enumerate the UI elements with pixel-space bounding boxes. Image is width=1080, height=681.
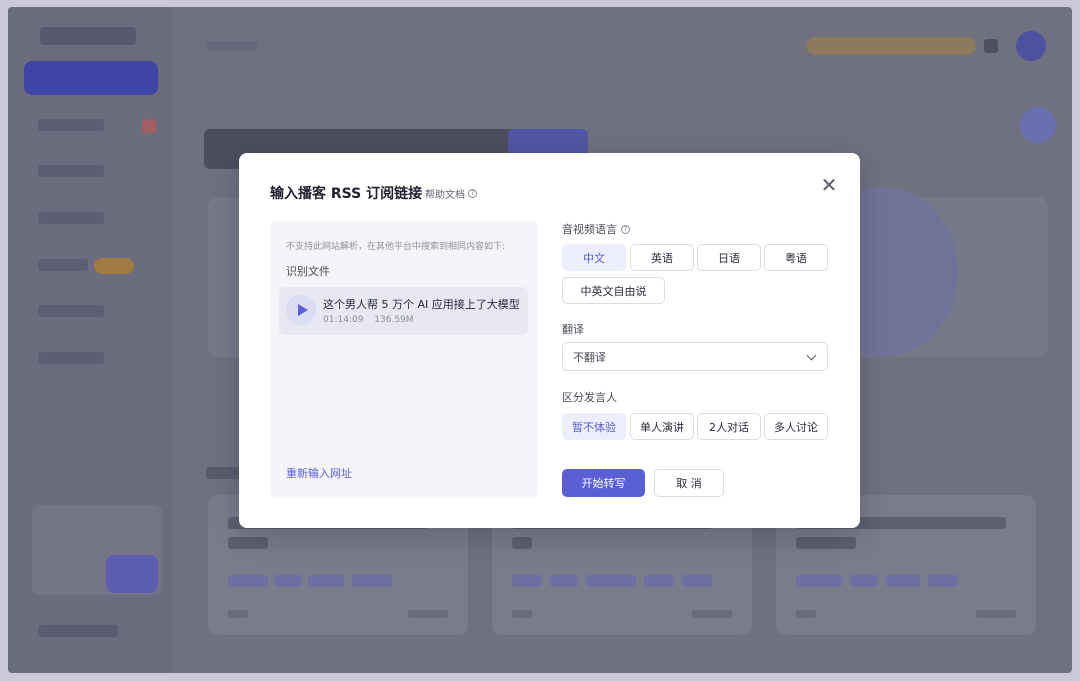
sidebar-badge — [142, 119, 156, 133]
topbar-text — [206, 41, 258, 51]
language-option-yue[interactable]: 粤语 — [764, 244, 828, 271]
language-label: 音视频语言 — [562, 223, 617, 236]
file-size: 136.59M — [374, 315, 414, 325]
sidebar-item — [38, 119, 104, 131]
sidebar-item — [38, 212, 104, 224]
sidebar-badge — [94, 258, 134, 274]
speaker-label: 区分发言人 — [562, 391, 617, 404]
avatar — [1016, 31, 1046, 61]
dialog-title: 输入播客 RSS 订阅链接 — [270, 186, 423, 202]
language-option-mixed[interactable]: 中英文自由说 — [562, 277, 665, 304]
language-option-en[interactable]: 英语 — [630, 244, 694, 271]
language-label-row: 音视频语言 ? — [562, 221, 630, 237]
start-transcribe-button[interactable]: 开始转写 — [562, 469, 645, 497]
translation-value: 不翻译 — [573, 350, 606, 364]
speaker-option-group[interactable]: 多人讨论 — [764, 413, 828, 440]
speaker-option-single[interactable]: 单人演讲 — [630, 413, 694, 440]
sidebar-item — [38, 259, 88, 271]
recognized-file-card[interactable]: 这个男人帮 5 万个 AI 应用接上了大模型 01:14:09 136.59M — [279, 287, 528, 335]
file-duration: 01:14:09 — [323, 315, 364, 325]
sidebar-item — [38, 305, 104, 317]
chevron-down-icon — [806, 350, 817, 361]
sidebar-card-button — [106, 555, 158, 593]
unsupported-site-note: 不支持此网站解析，在其他平台中搜索到相同内容如下: — [286, 242, 506, 252]
hero-icon — [1020, 107, 1056, 143]
topbar-icon — [984, 39, 998, 53]
reenter-url-link[interactable]: 重新输入网址 — [286, 465, 352, 481]
language-option-zh[interactable]: 中文 — [562, 244, 626, 271]
sidebar-item — [38, 165, 104, 177]
language-option-ja[interactable]: 日语 — [697, 244, 761, 271]
topbar-promo — [806, 37, 976, 55]
file-recognition-panel: 不支持此网站解析，在其他平台中搜索到相同内容如下: 识别文件 这个男人帮 5 万… — [270, 221, 538, 497]
cancel-button[interactable]: 取 消 — [654, 469, 724, 497]
section-label: 识别文件 — [286, 265, 330, 278]
file-meta: 01:14:09 136.59M — [323, 315, 414, 325]
close-icon[interactable]: ✕ — [819, 175, 839, 195]
speaker-option-skip[interactable]: 暂不体验 — [562, 413, 626, 440]
file-name: 这个男人帮 5 万个 AI 应用接上了大模型 — [323, 298, 520, 311]
rss-input-dialog: 输入播客 RSS 订阅链接 帮助文档 ? ✕ 不支持此网站解析，在其他平台中搜索… — [239, 153, 860, 528]
question-circle-icon: ? — [468, 189, 477, 198]
app-logo — [40, 27, 136, 45]
help-docs-label: 帮助文档 — [425, 190, 465, 201]
sidebar-item — [38, 352, 104, 364]
sidebar — [8, 7, 172, 673]
translation-label: 翻译 — [562, 323, 584, 336]
help-docs-link[interactable]: 帮助文档 ? — [425, 186, 477, 201]
play-icon[interactable] — [286, 295, 316, 325]
question-circle-icon[interactable]: ? — [621, 224, 630, 234]
translation-select[interactable]: 不翻译 — [562, 342, 828, 371]
sidebar-primary-button — [24, 61, 158, 95]
sidebar-footer — [38, 625, 118, 637]
speaker-option-dialogue[interactable]: 2人对话 — [697, 413, 761, 440]
